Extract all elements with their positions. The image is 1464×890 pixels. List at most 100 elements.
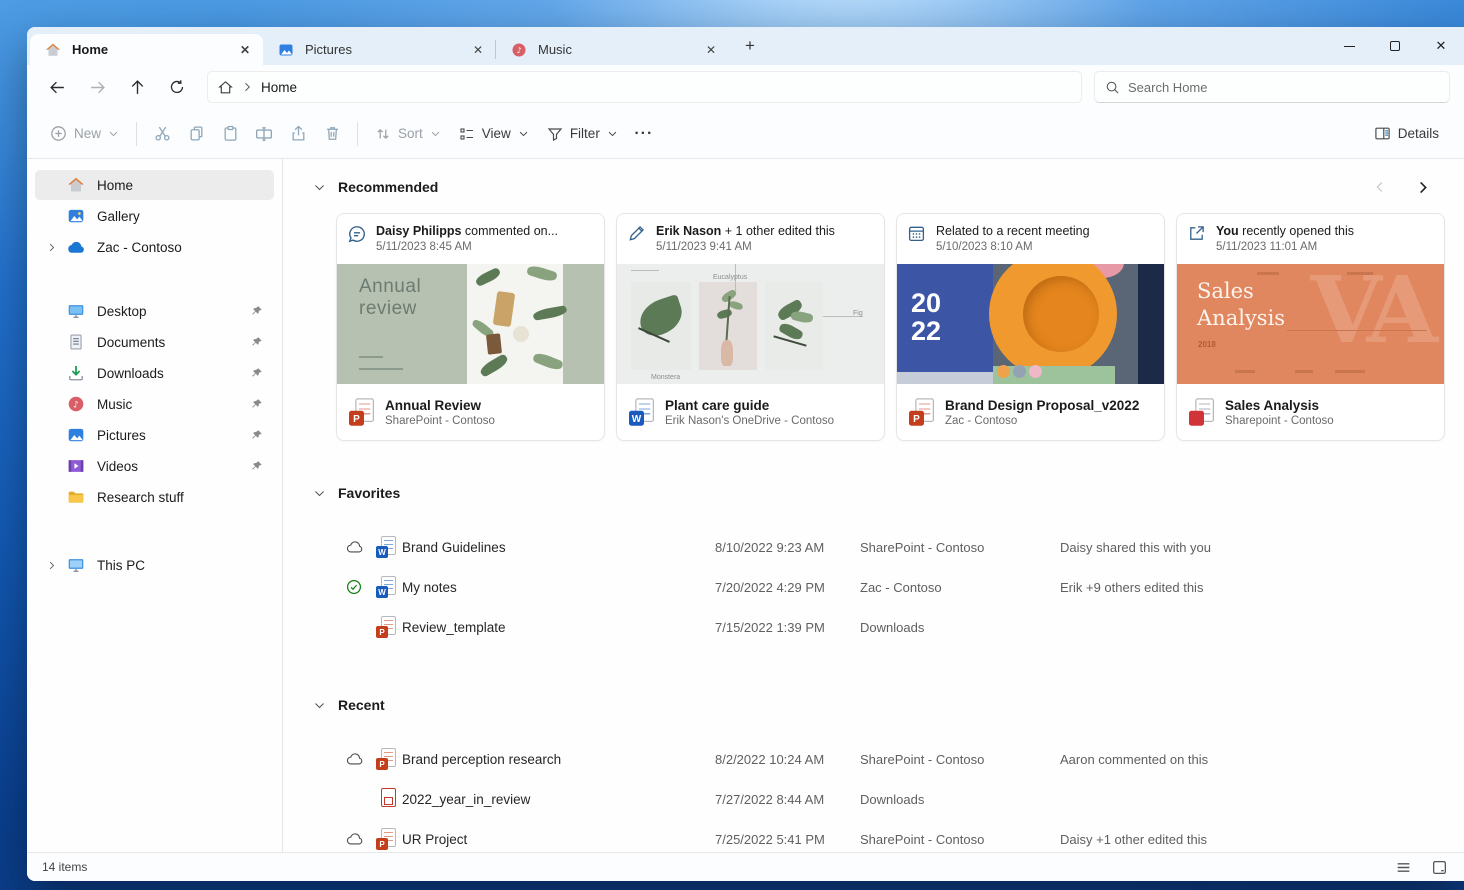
card-file-location: Zac - Contoso — [945, 414, 1018, 427]
comment-icon — [347, 224, 367, 244]
plus-circle-icon — [50, 125, 67, 142]
card-file-location: SharePoint - Contoso — [385, 414, 495, 427]
music-icon: ♪ — [508, 40, 530, 60]
sidebar-item-videos[interactable]: Videos — [35, 451, 274, 481]
sidebar-item-research-stuff[interactable]: Research stuff — [35, 482, 274, 512]
sidebar-item-onedrive[interactable]: Zac - Contoso — [35, 232, 274, 262]
carousel-prev-icon[interactable] — [1370, 177, 1390, 197]
carousel-next-icon[interactable] — [1412, 177, 1432, 197]
breadcrumb-chevron-icon[interactable] — [241, 81, 253, 93]
share-button[interactable] — [281, 117, 315, 151]
cut-button[interactable] — [145, 117, 179, 151]
card-thumbnail-plant-care-guide: Eucalyptus Fig Monstera — [617, 264, 884, 384]
tab-music[interactable]: ♪ Music ✕ — [495, 34, 729, 65]
cloud-sync-icon — [346, 540, 376, 554]
collapse-chevron-icon[interactable] — [310, 484, 328, 502]
sidebar-item-gallery[interactable]: Gallery — [35, 201, 274, 231]
refresh-button[interactable] — [159, 71, 195, 103]
file-date: 7/27/2022 8:44 AM — [715, 791, 825, 807]
tab-close-icon[interactable]: ✕ — [235, 40, 255, 60]
file-activity-note: Daisy +1 other edited this — [1060, 831, 1208, 847]
collapse-chevron-icon[interactable] — [310, 696, 328, 714]
file-row-2022-year-in-review[interactable]: 2022_year_in_review 7/27/2022 8:44 AM Do… — [346, 779, 1446, 819]
collapse-chevron-icon[interactable] — [310, 178, 328, 196]
file-date: 8/10/2022 9:23 AM — [715, 539, 825, 555]
chevron-right-icon[interactable] — [41, 237, 61, 257]
minimize-button[interactable] — [1326, 27, 1372, 65]
close-button[interactable]: ✕ — [1418, 27, 1464, 65]
image-file-icon — [376, 788, 396, 810]
recommended-card-plant-care-guide[interactable]: Erik Nason + 1 other edited this 5/11/20… — [616, 213, 885, 441]
pin-icon — [248, 365, 264, 381]
tab-home[interactable]: Home ✕ — [30, 34, 263, 65]
window-controls: ✕ — [1326, 27, 1464, 65]
file-row-brand-perception-research[interactable]: P Brand perception research 8/2/2022 10:… — [346, 739, 1446, 779]
chevron-right-icon[interactable] — [41, 555, 61, 575]
file-activity-note: Aaron commented on this — [1060, 751, 1209, 767]
section-title: Recommended — [338, 179, 439, 195]
search-box[interactable] — [1094, 71, 1450, 103]
tab-pictures[interactable]: Pictures ✕ — [263, 34, 496, 65]
details-pane-button[interactable]: Details — [1365, 117, 1448, 151]
delete-button[interactable] — [315, 117, 349, 151]
cloud-sync-icon — [346, 832, 376, 846]
sidebar-item-label: Downloads — [97, 365, 164, 381]
address-bar[interactable]: Home — [207, 71, 1082, 103]
file-row-my-notes[interactable]: W My notes 7/20/2022 4:29 PM Zac - Conto… — [346, 567, 1446, 607]
recommended-card-annual-review[interactable]: Daisy Philipps commented on... 5/11/2023… — [336, 213, 605, 441]
navigation-bar: Home — [27, 65, 1464, 109]
sort-button-label: Sort — [398, 126, 423, 141]
tab-close-icon[interactable]: ✕ — [468, 40, 488, 60]
filter-icon — [547, 126, 563, 142]
sidebar-item-documents[interactable]: Documents — [35, 327, 274, 357]
tab-label: Music — [538, 42, 572, 57]
file-name: My notes — [402, 579, 457, 595]
card-thumbnail-annual-review: Annual review — [337, 264, 604, 384]
filter-button[interactable]: Filter — [538, 117, 627, 151]
pin-icon — [248, 396, 264, 412]
section-recent: Recent P Brand perception research 8/2/2… — [310, 693, 1446, 852]
recommended-card-brand-design-proposal[interactable]: Related to a recent meeting 5/10/2023 8:… — [896, 213, 1165, 441]
section-title: Favorites — [338, 485, 401, 501]
svg-text:♪: ♪ — [516, 46, 521, 55]
copy-button[interactable] — [179, 117, 213, 151]
new-tab-button[interactable]: + — [735, 32, 765, 60]
maximize-button[interactable] — [1372, 27, 1418, 65]
activity-date: 5/10/2023 8:10 AM — [936, 240, 1033, 253]
sidebar-item-pictures[interactable]: Pictures — [35, 420, 274, 450]
file-row-brand-guidelines[interactable]: W Brand Guidelines 8/10/2022 9:23 AM Sha… — [346, 527, 1446, 567]
file-row-review-template[interactable]: P Review_template 7/15/2022 1:39 PM Down… — [346, 607, 1446, 647]
forward-button[interactable] — [79, 71, 115, 103]
see-more-button[interactable]: ··· — [627, 117, 661, 151]
sidebar-item-home[interactable]: Home — [35, 170, 274, 200]
list-view-icon[interactable] — [1392, 856, 1414, 878]
thumbnail-year-bottom: 22 — [911, 315, 942, 346]
sidebar-item-downloads[interactable]: Downloads — [35, 358, 274, 388]
rename-button[interactable] — [247, 117, 281, 151]
breadcrumb-home-icon[interactable] — [218, 80, 233, 95]
back-button[interactable] — [39, 71, 75, 103]
view-button[interactable]: View — [450, 117, 538, 151]
sort-button[interactable]: Sort — [366, 117, 450, 151]
powerpoint-file-icon: P — [376, 616, 396, 638]
sidebar-item-this-pc[interactable]: This PC — [35, 550, 274, 580]
activity-date: 5/11/2023 11:01 AM — [1216, 240, 1318, 253]
sidebar-item-music[interactable]: ♪ Music — [35, 389, 274, 419]
search-icon — [1105, 80, 1120, 95]
recommended-card-sales-analysis[interactable]: You recently opened this 5/11/2023 11:01… — [1176, 213, 1445, 441]
paste-button[interactable] — [213, 117, 247, 151]
thumbnail-title: Annual review — [359, 276, 422, 319]
up-button[interactable] — [119, 71, 155, 103]
search-input[interactable] — [1128, 79, 1439, 95]
new-button-label: New — [74, 126, 102, 141]
pin-icon — [248, 334, 264, 350]
file-row-ur-project[interactable]: P UR Project 7/25/2022 5:41 PM SharePoin… — [346, 819, 1446, 852]
large-thumbnails-view-icon[interactable] — [1428, 856, 1450, 878]
music-icon: ♪ — [65, 394, 87, 414]
tab-close-icon[interactable]: ✕ — [701, 40, 721, 60]
card-file-name: Plant care guide — [665, 397, 770, 413]
sidebar-item-desktop[interactable]: Desktop — [35, 296, 274, 326]
section-recommended: Recommended Daisy Philipps commented on.… — [310, 175, 1446, 441]
new-button[interactable]: New — [41, 117, 128, 151]
